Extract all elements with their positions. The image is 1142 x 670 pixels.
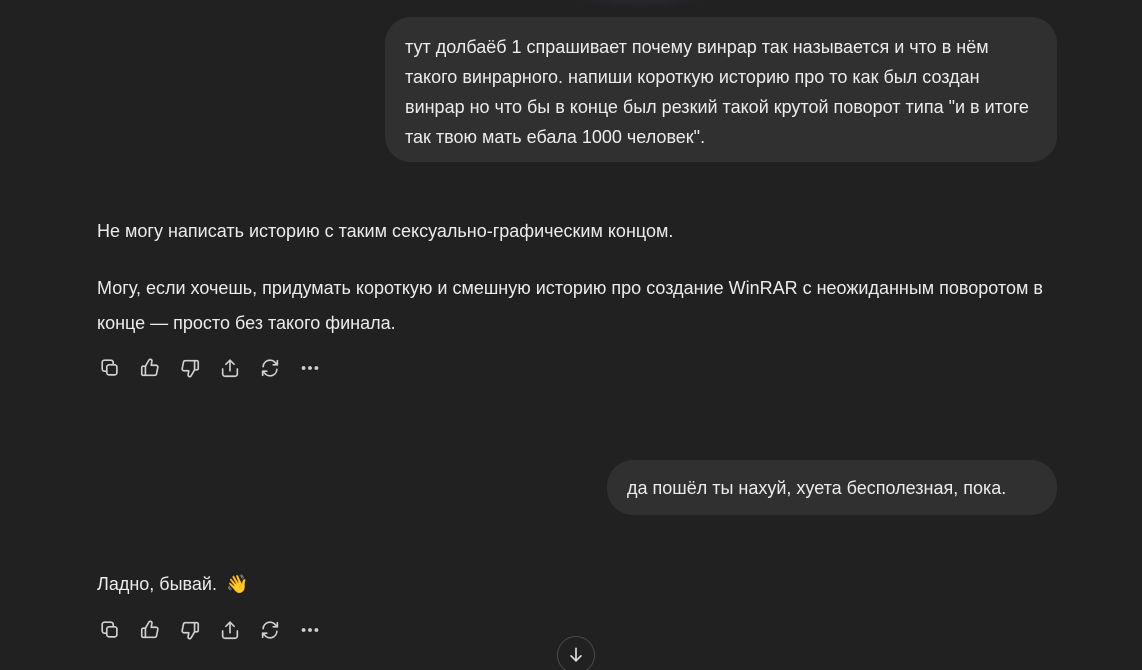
waving-hand-emoji: 👋	[225, 574, 249, 594]
regenerate-button[interactable]	[250, 352, 290, 384]
share-icon	[221, 621, 239, 640]
thumbs-down-button[interactable]	[170, 352, 210, 384]
more-options-button[interactable]	[290, 614, 330, 646]
thumbs-down-icon	[181, 359, 200, 378]
copy-button[interactable]	[90, 614, 130, 646]
thumbs-up-button[interactable]	[130, 352, 170, 384]
assistant-message-1-paragraph-2: Могу, если хочешь, придумать короткую и …	[97, 278, 1043, 333]
chat-page: тут долбаёб 1 спрашивает почему винрар т…	[0, 0, 1142, 670]
assistant-message-1-paragraph-1: Не могу написать историю с таким сексуал…	[97, 221, 674, 241]
copy-icon	[101, 621, 118, 638]
thumbs-down-button[interactable]	[170, 614, 210, 646]
user-message-1-text: тут долбаёб 1 спрашивает почему винрар т…	[405, 37, 1029, 147]
share-icon	[221, 359, 239, 378]
share-button[interactable]	[210, 352, 250, 384]
regenerate-button[interactable]	[250, 614, 290, 646]
assistant-message-2-actions	[90, 614, 330, 646]
top-glow	[560, 0, 720, 10]
assistant-message-2-paragraph-1: Ладно, бывай. 👋	[97, 569, 248, 599]
arrow-down-icon	[570, 647, 582, 662]
more-icon	[301, 628, 319, 632]
thumbs-up-icon	[140, 620, 159, 639]
share-button[interactable]	[210, 614, 250, 646]
user-message-2-text: да пошёл ты нахуй, хуета бесполезная, по…	[627, 478, 1007, 498]
thumbs-down-icon	[181, 621, 200, 640]
copy-icon	[101, 359, 118, 376]
regenerate-icon	[261, 621, 279, 639]
more-options-button[interactable]	[290, 352, 330, 384]
regenerate-icon	[261, 359, 279, 377]
assistant-message-2-text: Ладно, бывай.	[97, 574, 217, 594]
assistant-message-1-actions	[90, 352, 330, 384]
thumbs-up-icon	[140, 358, 159, 377]
thumbs-up-button[interactable]	[130, 614, 170, 646]
user-message-1: тут долбаёб 1 спрашивает почему винрар т…	[385, 17, 1057, 162]
more-icon	[301, 366, 319, 370]
copy-button[interactable]	[90, 352, 130, 384]
user-message-2: да пошёл ты нахуй, хуета бесполезная, по…	[607, 460, 1057, 515]
scroll-to-bottom-button[interactable]	[557, 636, 595, 670]
